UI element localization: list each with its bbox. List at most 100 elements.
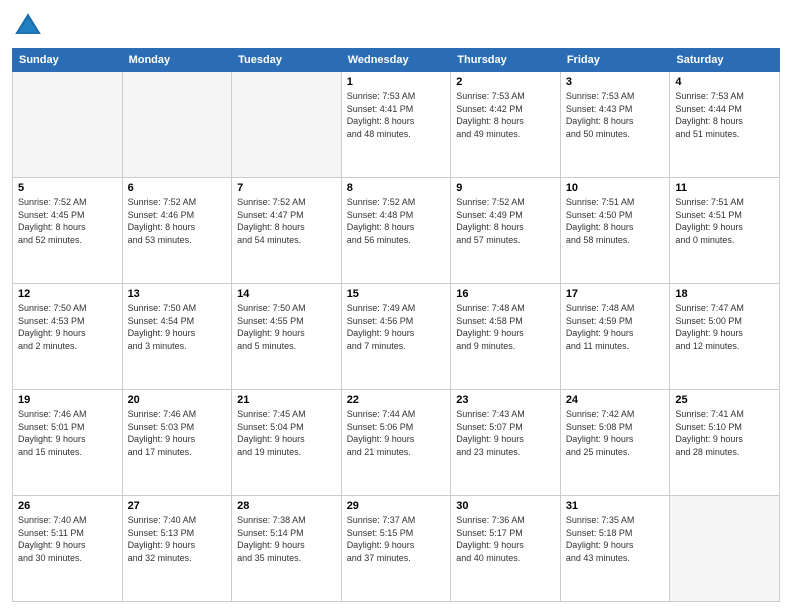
day-info: Sunrise: 7:51 AMSunset: 4:50 PMDaylight:… xyxy=(566,196,665,246)
calendar-cell xyxy=(122,72,232,178)
weekday-header-row: SundayMondayTuesdayWednesdayThursdayFrid… xyxy=(13,49,780,72)
day-number: 21 xyxy=(237,394,336,406)
page: SundayMondayTuesdayWednesdayThursdayFrid… xyxy=(0,0,792,612)
day-info: Sunrise: 7:47 AMSunset: 5:00 PMDaylight:… xyxy=(675,302,774,352)
calendar-cell: 15 Sunrise: 7:49 AMSunset: 4:56 PMDayligh… xyxy=(341,284,451,390)
day-number: 7 xyxy=(237,182,336,194)
day-info: Sunrise: 7:48 AMSunset: 4:58 PMDaylight:… xyxy=(456,302,555,352)
day-number: 5 xyxy=(18,182,117,194)
calendar-cell: 12Sunrise: 7:50 AMSunset: 4:53 PMDayligh… xyxy=(13,284,123,390)
calendar-cell: 17 Sunrise: 7:48 AMSunset: 4:59 PMDayligh… xyxy=(560,284,670,390)
day-number: 20 xyxy=(128,394,227,406)
weekday-header-monday: Monday xyxy=(122,49,232,72)
calendar-cell xyxy=(232,72,342,178)
calendar-cell: 26 Sunrise: 7:40 AMSunset: 5:11 PMDayligh… xyxy=(13,496,123,602)
day-info: Sunrise: 7:43 AMSunset: 5:07 PMDaylight:… xyxy=(456,408,555,458)
weekday-header-tuesday: Tuesday xyxy=(232,49,342,72)
day-number: 18 xyxy=(675,288,774,300)
calendar-cell xyxy=(670,496,780,602)
day-number: 27 xyxy=(128,500,227,512)
day-number: 6 xyxy=(128,182,227,194)
calendar-cell: 30 Sunrise: 7:36 AMSunset: 5:17 PMDayligh… xyxy=(451,496,561,602)
day-info: Sunrise: 7:35 AMSunset: 5:18 PMDaylight:… xyxy=(566,514,665,564)
day-number: 26 xyxy=(18,500,117,512)
weekday-header-saturday: Saturday xyxy=(670,49,780,72)
calendar-cell: 27 Sunrise: 7:40 AMSunset: 5:13 PMDayligh… xyxy=(122,496,232,602)
day-number: 17 xyxy=(566,288,665,300)
calendar-cell: 14 Sunrise: 7:50 AMSunset: 4:55 PMDayligh… xyxy=(232,284,342,390)
calendar-cell: 25 Sunrise: 7:41 AMSunset: 5:10 PMDayligh… xyxy=(670,390,780,496)
calendar-cell: 3 Sunrise: 7:53 AMSunset: 4:43 PMDaylight… xyxy=(560,72,670,178)
calendar-cell: 11Sunrise: 7:51 AMSunset: 4:51 PMDayligh… xyxy=(670,178,780,284)
day-info: Sunrise: 7:37 AMSunset: 5:15 PMDaylight:… xyxy=(347,514,446,564)
calendar-cell: 13Sunrise: 7:50 AMSunset: 4:54 PMDayligh… xyxy=(122,284,232,390)
calendar-cell: 10 Sunrise: 7:51 AMSunset: 4:50 PMDayligh… xyxy=(560,178,670,284)
calendar-table: SundayMondayTuesdayWednesdayThursdayFrid… xyxy=(12,48,780,602)
day-info: Sunrise: 7:46 AMSunset: 5:01 PMDaylight:… xyxy=(18,408,117,458)
calendar-cell: 21 Sunrise: 7:45 AMSunset: 5:04 PMDayligh… xyxy=(232,390,342,496)
calendar-cell: 28Sunrise: 7:38 AMSunset: 5:14 PMDayligh… xyxy=(232,496,342,602)
day-number: 10 xyxy=(566,182,665,194)
day-info: Sunrise: 7:40 AMSunset: 5:13 PMDaylight:… xyxy=(128,514,227,564)
header xyxy=(12,10,780,42)
calendar-cell: 31 Sunrise: 7:35 AMSunset: 5:18 PMDayligh… xyxy=(560,496,670,602)
day-info: Sunrise: 7:36 AMSunset: 5:17 PMDaylight:… xyxy=(456,514,555,564)
day-info: Sunrise: 7:41 AMSunset: 5:10 PMDaylight:… xyxy=(675,408,774,458)
calendar-cell: 16 Sunrise: 7:48 AMSunset: 4:58 PMDayligh… xyxy=(451,284,561,390)
day-info: Sunrise: 7:38 AMSunset: 5:14 PMDaylight:… xyxy=(237,514,336,564)
day-info: Sunrise: 7:53 AMSunset: 4:42 PMDaylight:… xyxy=(456,90,555,140)
week-row-3: 12Sunrise: 7:50 AMSunset: 4:53 PMDayligh… xyxy=(13,284,780,390)
day-info: Sunrise: 7:52 AMSunset: 4:48 PMDaylight:… xyxy=(347,196,446,246)
day-info: Sunrise: 7:48 AMSunset: 4:59 PMDaylight:… xyxy=(566,302,665,352)
week-row-5: 26 Sunrise: 7:40 AMSunset: 5:11 PMDayligh… xyxy=(13,496,780,602)
week-row-4: 19 Sunrise: 7:46 AMSunset: 5:01 PMDayligh… xyxy=(13,390,780,496)
day-number: 24 xyxy=(566,394,665,406)
day-info: Sunrise: 7:52 AMSunset: 4:46 PMDaylight:… xyxy=(128,196,227,246)
calendar-cell: 29 Sunrise: 7:37 AMSunset: 5:15 PMDayligh… xyxy=(341,496,451,602)
day-info: Sunrise: 7:42 AMSunset: 5:08 PMDaylight:… xyxy=(566,408,665,458)
day-number: 22 xyxy=(347,394,446,406)
day-info: Sunrise: 7:53 AMSunset: 4:41 PMDaylight:… xyxy=(347,90,446,140)
calendar-cell: 9 Sunrise: 7:52 AMSunset: 4:49 PMDaylight… xyxy=(451,178,561,284)
calendar-cell: 18 Sunrise: 7:47 AMSunset: 5:00 PMDayligh… xyxy=(670,284,780,390)
day-info: Sunrise: 7:52 AMSunset: 4:45 PMDaylight:… xyxy=(18,196,117,246)
day-info: Sunrise: 7:44 AMSunset: 5:06 PMDaylight:… xyxy=(347,408,446,458)
calendar-cell xyxy=(13,72,123,178)
day-number: 14 xyxy=(237,288,336,300)
day-info: Sunrise: 7:53 AMSunset: 4:43 PMDaylight:… xyxy=(566,90,665,140)
day-number: 25 xyxy=(675,394,774,406)
day-number: 29 xyxy=(347,500,446,512)
day-number: 16 xyxy=(456,288,555,300)
day-info: Sunrise: 7:50 AMSunset: 4:53 PMDaylight:… xyxy=(18,302,117,352)
day-info: Sunrise: 7:52 AMSunset: 4:47 PMDaylight:… xyxy=(237,196,336,246)
calendar-cell: 23Sunrise: 7:43 AMSunset: 5:07 PMDayligh… xyxy=(451,390,561,496)
day-number: 9 xyxy=(456,182,555,194)
weekday-header-friday: Friday xyxy=(560,49,670,72)
day-number: 30 xyxy=(456,500,555,512)
day-info: Sunrise: 7:40 AMSunset: 5:11 PMDaylight:… xyxy=(18,514,117,564)
calendar-cell: 7 Sunrise: 7:52 AMSunset: 4:47 PMDaylight… xyxy=(232,178,342,284)
day-number: 11 xyxy=(675,182,774,194)
day-info: Sunrise: 7:46 AMSunset: 5:03 PMDaylight:… xyxy=(128,408,227,458)
day-info: Sunrise: 7:50 AMSunset: 4:55 PMDaylight:… xyxy=(237,302,336,352)
day-number: 1 xyxy=(347,76,446,88)
logo xyxy=(12,10,48,42)
day-info: Sunrise: 7:52 AMSunset: 4:49 PMDaylight:… xyxy=(456,196,555,246)
day-number: 31 xyxy=(566,500,665,512)
calendar-cell: 24 Sunrise: 7:42 AMSunset: 5:08 PMDayligh… xyxy=(560,390,670,496)
day-number: 8 xyxy=(347,182,446,194)
weekday-header-sunday: Sunday xyxy=(13,49,123,72)
day-number: 2 xyxy=(456,76,555,88)
calendar-cell: 8 Sunrise: 7:52 AMSunset: 4:48 PMDaylight… xyxy=(341,178,451,284)
day-info: Sunrise: 7:53 AMSunset: 4:44 PMDaylight:… xyxy=(675,90,774,140)
day-number: 4 xyxy=(675,76,774,88)
day-number: 3 xyxy=(566,76,665,88)
calendar-cell: 19 Sunrise: 7:46 AMSunset: 5:01 PMDayligh… xyxy=(13,390,123,496)
calendar-cell: 22 Sunrise: 7:44 AMSunset: 5:06 PMDayligh… xyxy=(341,390,451,496)
day-number: 15 xyxy=(347,288,446,300)
day-info: Sunrise: 7:45 AMSunset: 5:04 PMDaylight:… xyxy=(237,408,336,458)
day-info: Sunrise: 7:49 AMSunset: 4:56 PMDaylight:… xyxy=(347,302,446,352)
week-row-1: 1 Sunrise: 7:53 AMSunset: 4:41 PMDaylight… xyxy=(13,72,780,178)
logo-icon xyxy=(12,10,44,42)
day-number: 19 xyxy=(18,394,117,406)
